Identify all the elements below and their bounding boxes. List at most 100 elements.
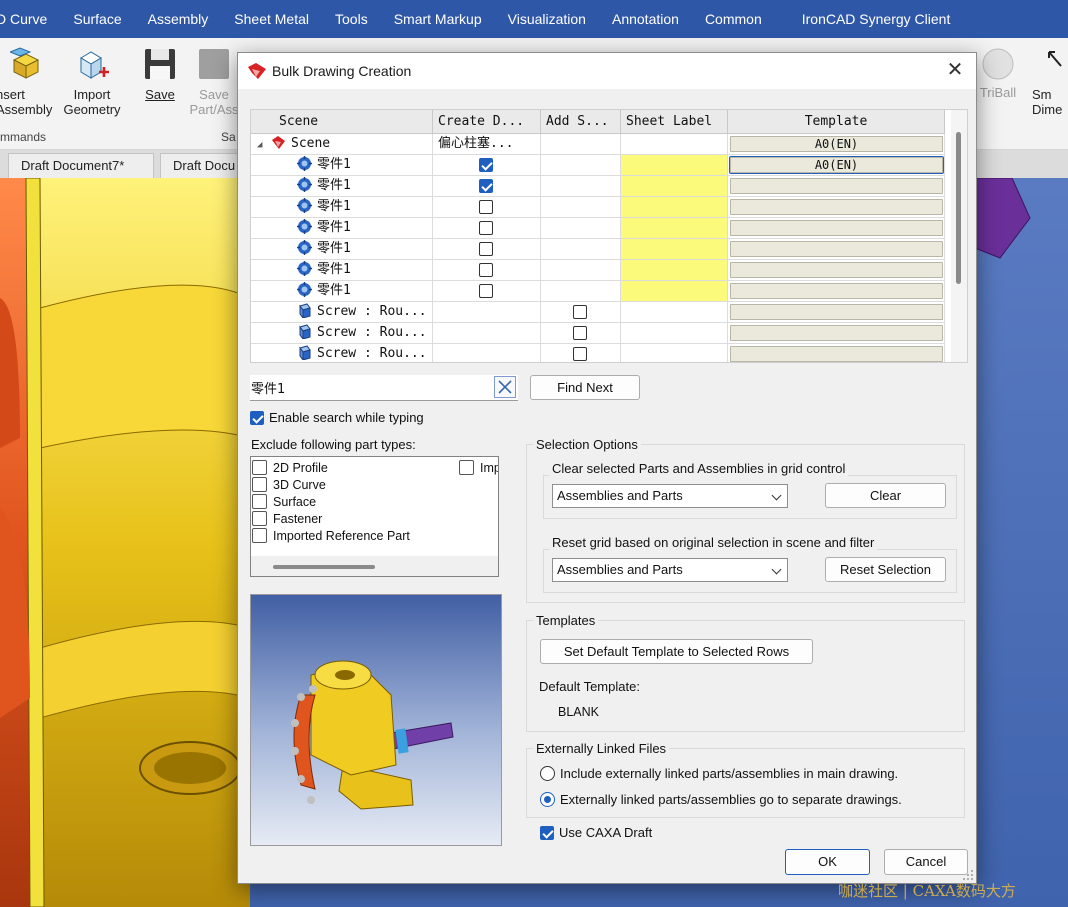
exclude-item-imported[interactable]: Imp bbox=[459, 460, 498, 475]
import-geometry-button[interactable]: Import Geometry bbox=[60, 46, 124, 117]
add-sheet-cell[interactable] bbox=[541, 344, 621, 362]
scene-cell[interactable]: 零件1 bbox=[251, 239, 433, 260]
scene-cell[interactable]: ◢ Scene bbox=[251, 134, 433, 155]
scene-cell[interactable]: 零件1 bbox=[251, 281, 433, 302]
col-header-scene[interactable]: Scene bbox=[251, 110, 433, 134]
menu-surface[interactable]: Surface bbox=[60, 11, 134, 27]
search-input[interactable] bbox=[250, 375, 490, 399]
tab-draft-document7[interactable]: Draft Document7* bbox=[8, 153, 154, 178]
reset-selection-button[interactable]: Reset Selection bbox=[825, 557, 946, 582]
clear-scope-combobox[interactable]: Assemblies and Parts bbox=[552, 484, 788, 508]
template-cell[interactable] bbox=[728, 176, 945, 197]
exclude-checkbox[interactable] bbox=[459, 460, 474, 475]
sheet-label-cell[interactable] bbox=[621, 281, 728, 302]
create-drawing-cell[interactable] bbox=[433, 281, 541, 302]
table-row[interactable]: 零件1 A0(EN) bbox=[251, 155, 945, 176]
scene-cell[interactable]: Screw : Rou... bbox=[251, 323, 433, 344]
template-picker-button[interactable]: A0(EN) bbox=[730, 136, 943, 152]
menu-smart-markup[interactable]: Smart Markup bbox=[381, 11, 495, 27]
add-sheet-cell[interactable] bbox=[541, 302, 621, 323]
table-row[interactable]: Screw : Rou... bbox=[251, 323, 945, 344]
table-row[interactable]: 零件1 bbox=[251, 176, 945, 197]
create-drawing-cell[interactable] bbox=[433, 302, 541, 323]
create-drawing-cell[interactable] bbox=[433, 323, 541, 344]
template-picker-button[interactable] bbox=[730, 241, 943, 257]
exclude-checkbox[interactable] bbox=[252, 460, 267, 475]
reset-scope-combobox[interactable]: Assemblies and Parts bbox=[552, 558, 788, 582]
close-icon[interactable]: ✕ bbox=[944, 60, 966, 82]
menu-ironcad-synergy[interactable]: IronCAD Synergy Client bbox=[775, 11, 964, 27]
add-sheet-cell[interactable] bbox=[541, 197, 621, 218]
exclude-item-2d-profile[interactable]: 2D Profile bbox=[252, 460, 328, 475]
add-sheet-cell[interactable] bbox=[541, 323, 621, 344]
add-sheet-cell[interactable] bbox=[541, 239, 621, 260]
template-picker-button[interactable] bbox=[730, 304, 943, 320]
use-caxa-draft-row[interactable]: Use CAXA Draft bbox=[540, 825, 652, 840]
clear-button[interactable]: Clear bbox=[825, 483, 946, 508]
exclude-part-types-list[interactable]: 2D Profile 3D Curve Surface Fastener Imp… bbox=[250, 456, 499, 577]
create-drawing-checkbox[interactable] bbox=[479, 262, 493, 277]
template-cell[interactable] bbox=[728, 323, 945, 344]
sheet-label-cell[interactable] bbox=[621, 323, 728, 344]
separate-drawings-option[interactable]: Externally linked parts/assemblies go to… bbox=[540, 792, 902, 807]
template-cell[interactable] bbox=[728, 260, 945, 281]
template-cell[interactable]: A0(EN) bbox=[728, 155, 945, 176]
template-picker-button[interactable] bbox=[730, 199, 943, 215]
menu-tools[interactable]: Tools bbox=[322, 11, 381, 27]
template-picker-button[interactable] bbox=[730, 346, 943, 362]
template-cell[interactable] bbox=[728, 218, 945, 239]
add-sheet-cell[interactable] bbox=[541, 218, 621, 239]
add-sheet-checkbox[interactable] bbox=[573, 346, 587, 361]
add-sheet-cell[interactable] bbox=[541, 134, 621, 155]
menu-common[interactable]: Common bbox=[692, 11, 775, 27]
scene-cell[interactable]: Screw : Rou... bbox=[251, 344, 433, 362]
sheet-label-cell[interactable] bbox=[621, 302, 728, 323]
create-drawing-checkbox[interactable] bbox=[479, 220, 493, 235]
find-next-button[interactable]: Find Next bbox=[530, 375, 640, 400]
template-picker-button[interactable]: A0(EN) bbox=[729, 156, 944, 174]
col-header-add-sheet[interactable]: Add S... bbox=[541, 110, 621, 134]
sheet-label-cell[interactable] bbox=[621, 155, 728, 176]
template-picker-button[interactable] bbox=[730, 220, 943, 236]
template-picker-button[interactable] bbox=[730, 325, 943, 341]
sheet-label-cell[interactable] bbox=[621, 197, 728, 218]
ok-button[interactable]: OK bbox=[785, 849, 870, 875]
create-drawing-cell[interactable] bbox=[433, 218, 541, 239]
scene-cell[interactable]: 零件1 bbox=[251, 197, 433, 218]
table-row[interactable]: 零件1 bbox=[251, 218, 945, 239]
exclude-scroll-thumb[interactable] bbox=[273, 565, 375, 569]
template-picker-button[interactable] bbox=[730, 262, 943, 278]
col-header-create-drawing[interactable]: Create D... bbox=[433, 110, 541, 134]
separate-drawings-radio[interactable] bbox=[540, 792, 555, 807]
create-drawing-cell[interactable] bbox=[433, 155, 541, 176]
template-cell[interactable]: A0(EN) bbox=[728, 134, 945, 155]
tree-expander-icon[interactable]: ◢ bbox=[257, 135, 271, 154]
table-row[interactable]: 零件1 bbox=[251, 260, 945, 281]
exclude-checkbox[interactable] bbox=[252, 511, 267, 526]
create-drawing-checkbox[interactable] bbox=[479, 283, 493, 298]
menu-visualization[interactable]: Visualization bbox=[495, 11, 599, 27]
insert-assembly-button[interactable]: nsert Assembly bbox=[0, 46, 58, 117]
include-linked-radio[interactable] bbox=[540, 766, 555, 781]
template-cell[interactable] bbox=[728, 281, 945, 302]
table-row[interactable]: 零件1 bbox=[251, 281, 945, 302]
sheet-label-cell[interactable] bbox=[621, 176, 728, 197]
clear-search-button[interactable] bbox=[494, 376, 516, 398]
grid-scroll-thumb[interactable] bbox=[956, 132, 961, 284]
create-drawing-checkbox[interactable] bbox=[479, 178, 493, 193]
table-row[interactable]: 零件1 bbox=[251, 239, 945, 260]
cancel-button[interactable]: Cancel bbox=[884, 849, 968, 875]
create-drawing-cell[interactable] bbox=[433, 260, 541, 281]
menu-annotation[interactable]: Annotation bbox=[599, 11, 692, 27]
create-drawing-cell[interactable] bbox=[433, 197, 541, 218]
scene-cell[interactable]: 零件1 bbox=[251, 155, 433, 176]
create-drawing-checkbox[interactable] bbox=[479, 199, 493, 214]
use-caxa-draft-checkbox[interactable] bbox=[540, 825, 554, 840]
scene-cell[interactable]: 零件1 bbox=[251, 218, 433, 239]
add-sheet-checkbox[interactable] bbox=[573, 304, 587, 319]
triball-button[interactable]: TriBall bbox=[970, 46, 1026, 100]
exclude-checkbox[interactable] bbox=[252, 477, 267, 492]
exclude-item-imported-reference-part[interactable]: Imported Reference Part bbox=[252, 528, 410, 543]
grid-vertical-scrollbar[interactable] bbox=[951, 110, 967, 362]
scene-cell[interactable]: 零件1 bbox=[251, 260, 433, 281]
